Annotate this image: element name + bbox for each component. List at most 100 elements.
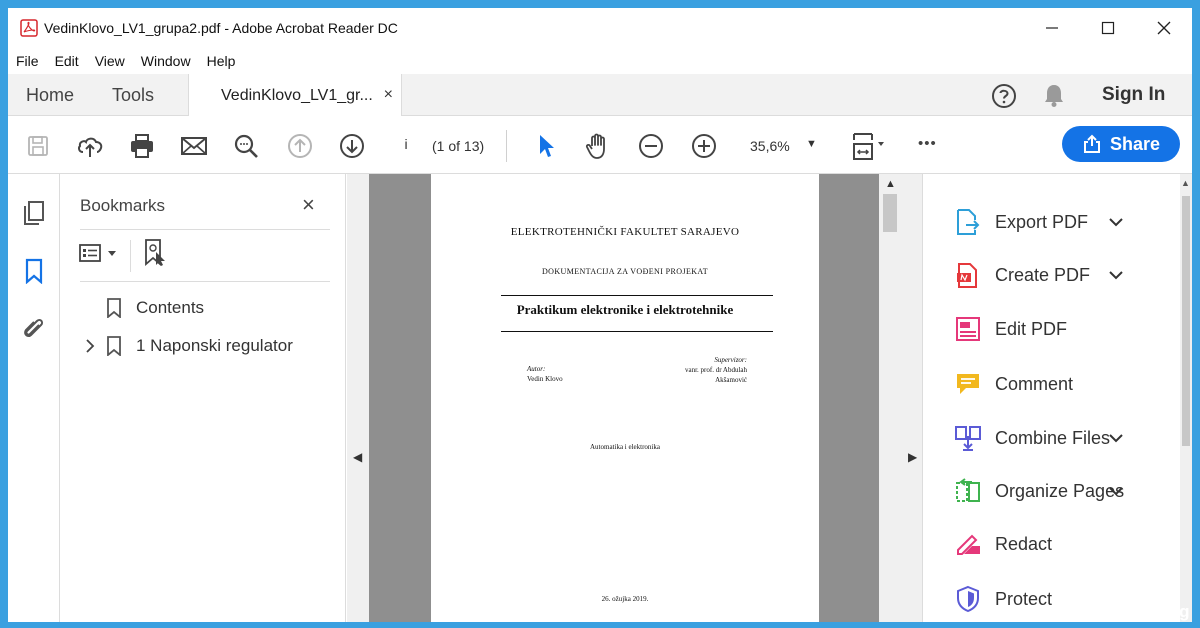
toolbar-divider [506, 130, 507, 162]
mail-icon [181, 137, 207, 155]
navigation-rail [8, 174, 60, 622]
bookmarks-title: Bookmarks [80, 196, 166, 215]
collapse-left-pane-button[interactable]: ◀ [347, 174, 369, 622]
attachments-paperclip-icon[interactable] [21, 316, 47, 342]
hand-tool-button[interactable] [584, 132, 612, 160]
tool-organize-pages[interactable]: Organize Pages [954, 477, 1124, 505]
chevron-down-icon[interactable] [1108, 214, 1124, 230]
close-icon [1157, 21, 1171, 35]
minimize-button[interactable] [1024, 8, 1080, 48]
help-icon[interactable] [990, 82, 1018, 110]
document-scrollbar[interactable]: ▲ [879, 174, 901, 622]
share-button[interactable]: Share [1062, 126, 1180, 162]
doc-supervisor-label: Supervizor: [714, 356, 747, 364]
menu-edit[interactable]: Edit [47, 53, 87, 69]
bookmarks-panel: Bookmarks × Contents 1 Naponski regulato… [60, 174, 346, 622]
tool-redact[interactable]: Redact [954, 530, 1052, 558]
options-list-icon [79, 244, 116, 262]
protect-shield-icon [957, 585, 979, 613]
acrobat-app-icon [20, 19, 38, 37]
next-page-button[interactable] [338, 132, 366, 160]
main-toolbar: i (1 of 13) 35,6% ▼ ••• Share [8, 116, 1192, 174]
fit-page-icon [853, 133, 884, 160]
bookmark-item[interactable]: Contents [106, 298, 204, 318]
new-bookmark-button[interactable] [142, 238, 170, 273]
tab-home[interactable]: Home [26, 74, 74, 116]
bookmark-options-button[interactable] [78, 242, 122, 271]
scrollbar-thumb[interactable] [883, 194, 897, 232]
bookmark-label: 1 Naponski regulator [136, 336, 293, 355]
divider [80, 229, 330, 230]
zoom-level-select[interactable]: 35,6% [750, 138, 790, 154]
zoom-dropdown-caret[interactable]: ▼ [806, 138, 817, 150]
tools-pane-scrollbar[interactable]: ▲ [1180, 174, 1192, 622]
scrollbar-thumb[interactable] [1182, 196, 1190, 446]
tab-document[interactable]: VedinKlovo_LV1_gr... × [188, 74, 402, 117]
scroll-up-icon[interactable]: ▲ [885, 178, 896, 190]
tool-label: Combine Files [995, 427, 1111, 448]
select-tool-button[interactable] [532, 132, 560, 160]
comment-icon [957, 374, 979, 394]
page-number-input[interactable]: i [392, 136, 420, 158]
maximize-icon [1101, 21, 1115, 35]
acrobat-window: VedinKlovo_LV1_grupa2.pdf - Adobe Acroba… [8, 8, 1192, 622]
close-window-button[interactable] [1136, 8, 1192, 48]
scroll-up-icon[interactable]: ▲ [1181, 178, 1190, 188]
tab-tools[interactable]: Tools [112, 74, 154, 116]
share-label: Share [1109, 133, 1161, 154]
chevron-right-icon[interactable] [84, 338, 96, 354]
zoom-in-button[interactable] [690, 132, 718, 160]
tool-label: Create PDF [995, 264, 1091, 285]
page-canvas[interactable]: ELEKTROTEHNIČKI FAKULTET SARAJEVO Dokume… [369, 174, 879, 622]
tool-export-pdf[interactable]: Export PDF [954, 208, 1088, 236]
tool-comment[interactable]: Comment [954, 370, 1073, 398]
window-controls [1024, 8, 1192, 48]
edit-pdf-icon [956, 317, 980, 341]
maximize-button[interactable] [1080, 8, 1136, 48]
chevron-down-icon[interactable] [1108, 483, 1124, 499]
find-button[interactable] [232, 132, 260, 160]
menu-help[interactable]: Help [199, 53, 244, 69]
organize-pages-icon [956, 478, 980, 502]
menu-file[interactable]: File [8, 53, 47, 69]
close-bookmarks-button[interactable]: × [302, 192, 315, 218]
tool-combine-files[interactable]: Combine Files [954, 424, 1110, 452]
tool-create-pdf[interactable]: Create PDF [954, 261, 1090, 289]
upload-cloud-button[interactable] [76, 132, 104, 160]
doc-faculty: ELEKTROTEHNIČKI FAKULTET SARAJEVO [510, 226, 740, 238]
menu-window[interactable]: Window [133, 53, 199, 69]
previous-page-button[interactable] [286, 132, 314, 160]
more-tools-button[interactable]: ••• [918, 135, 937, 152]
sign-in-button[interactable]: Sign In [1102, 84, 1165, 106]
document-viewer: ◀ ELEKTROTEHNIČKI FAKULTET SARAJEVO Doku… [347, 174, 901, 622]
menu-view[interactable]: View [87, 53, 133, 69]
tool-edit-pdf[interactable]: Edit PDF [954, 315, 1067, 343]
chevron-down-icon[interactable] [1108, 430, 1124, 446]
page-thumbnails-icon[interactable] [21, 200, 47, 226]
chevron-down-icon[interactable] [1108, 267, 1124, 283]
zoom-out-button[interactable] [637, 132, 665, 160]
tab-bar: Home Tools VedinKlovo_LV1_gr... × Sign I… [8, 74, 1192, 117]
doc-supervisor-line2: Akšamović [715, 376, 747, 384]
tool-label: Organize Pages [995, 480, 1125, 501]
tool-label: Comment [995, 373, 1074, 394]
tab-close-button[interactable]: × [384, 86, 393, 104]
minimize-icon [1046, 27, 1058, 29]
collapse-right-pane-button[interactable]: ▶ [901, 174, 923, 622]
tool-label: Edit PDF [995, 318, 1068, 339]
save-button[interactable] [24, 132, 52, 160]
print-button[interactable] [128, 132, 156, 160]
email-button[interactable] [180, 132, 208, 160]
page-count: (1 of 13) [432, 138, 485, 154]
triangle-right-icon: ▶ [908, 450, 918, 464]
export-pdf-icon [957, 209, 980, 235]
arrow-down-circle-icon [340, 134, 364, 158]
search-icon [234, 134, 258, 158]
page-fit-button[interactable] [850, 132, 890, 160]
bookmark-item[interactable]: 1 Naponski regulator [84, 336, 293, 356]
bookmark-icon [107, 336, 121, 356]
arrow-up-circle-icon [288, 134, 312, 158]
notifications-bell-icon[interactable] [1042, 82, 1066, 108]
bookmark-panel-icon[interactable] [21, 258, 47, 284]
pdf-page: ELEKTROTEHNIČKI FAKULTET SARAJEVO Dokume… [431, 174, 819, 622]
